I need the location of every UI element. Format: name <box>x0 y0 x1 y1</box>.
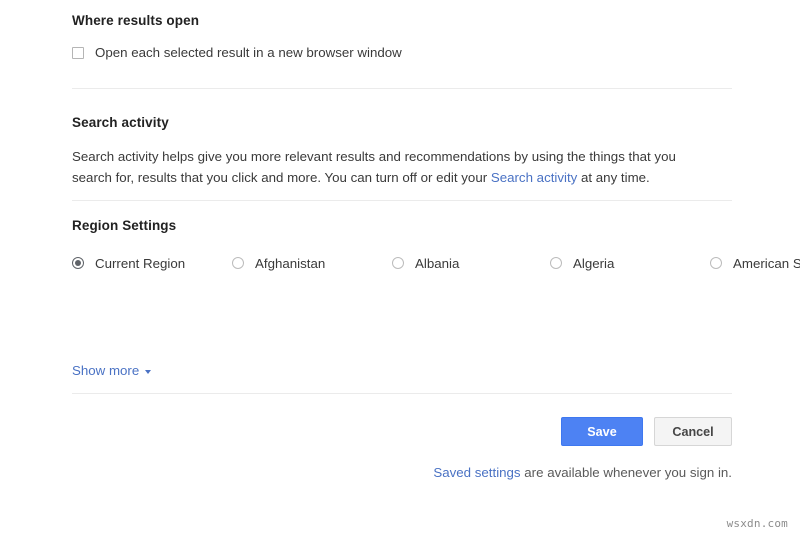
search-activity-text-part2: at any time. <box>577 170 649 185</box>
region-option-label: Afghanistan <box>255 256 325 271</box>
region-option-afghanistan[interactable]: Afghanistan <box>232 253 392 273</box>
region-option-label: Albania <box>415 256 459 271</box>
region-settings-heading: Region Settings <box>72 218 176 233</box>
chevron-down-icon <box>145 370 151 374</box>
divider-1 <box>72 88 732 89</box>
region-option-algeria[interactable]: Algeria <box>550 253 710 273</box>
region-radio-group: Current Region Afghanistan Albania Alger… <box>72 253 732 273</box>
search-activity-link[interactable]: Search activity <box>491 170 577 185</box>
saved-settings-rest-text: are available whenever you sign in. <box>521 465 732 480</box>
open-in-new-window-checkbox[interactable] <box>72 47 84 59</box>
saved-settings-link[interactable]: Saved settings <box>433 465 520 480</box>
radio-icon[interactable] <box>72 257 84 269</box>
search-activity-heading: Search activity <box>72 115 169 130</box>
region-option-label: Algeria <box>573 256 614 271</box>
region-option-label: Current Region <box>95 256 185 271</box>
show-more-label: Show more <box>72 363 139 378</box>
region-option-current-region[interactable]: Current Region <box>72 253 232 273</box>
open-in-new-window-label: Open each selected result in a new brows… <box>95 45 402 60</box>
action-buttons: Save Cancel <box>561 417 732 446</box>
radio-icon[interactable] <box>392 257 404 269</box>
region-option-albania[interactable]: Albania <box>392 253 550 273</box>
saved-settings-note: Saved settings are available whenever yo… <box>433 465 732 480</box>
watermark: wsxdn.com <box>727 517 788 530</box>
radio-icon[interactable] <box>710 257 722 269</box>
open-in-new-window-row[interactable]: Open each selected result in a new brows… <box>72 45 402 60</box>
show-more-button[interactable]: Show more <box>72 363 151 378</box>
region-option-label: American Samoa <box>733 256 800 271</box>
save-button[interactable]: Save <box>561 417 643 446</box>
radio-icon[interactable] <box>232 257 244 269</box>
divider-3 <box>72 393 732 394</box>
search-activity-description: Search activity helps give you more rele… <box>72 146 692 188</box>
cancel-button[interactable]: Cancel <box>654 417 732 446</box>
where-results-open-heading: Where results open <box>72 13 199 28</box>
divider-2 <box>72 200 732 201</box>
settings-page: Where results open Open each selected re… <box>0 0 800 538</box>
region-option-american-samoa[interactable]: American Samoa <box>710 253 800 273</box>
radio-icon[interactable] <box>550 257 562 269</box>
